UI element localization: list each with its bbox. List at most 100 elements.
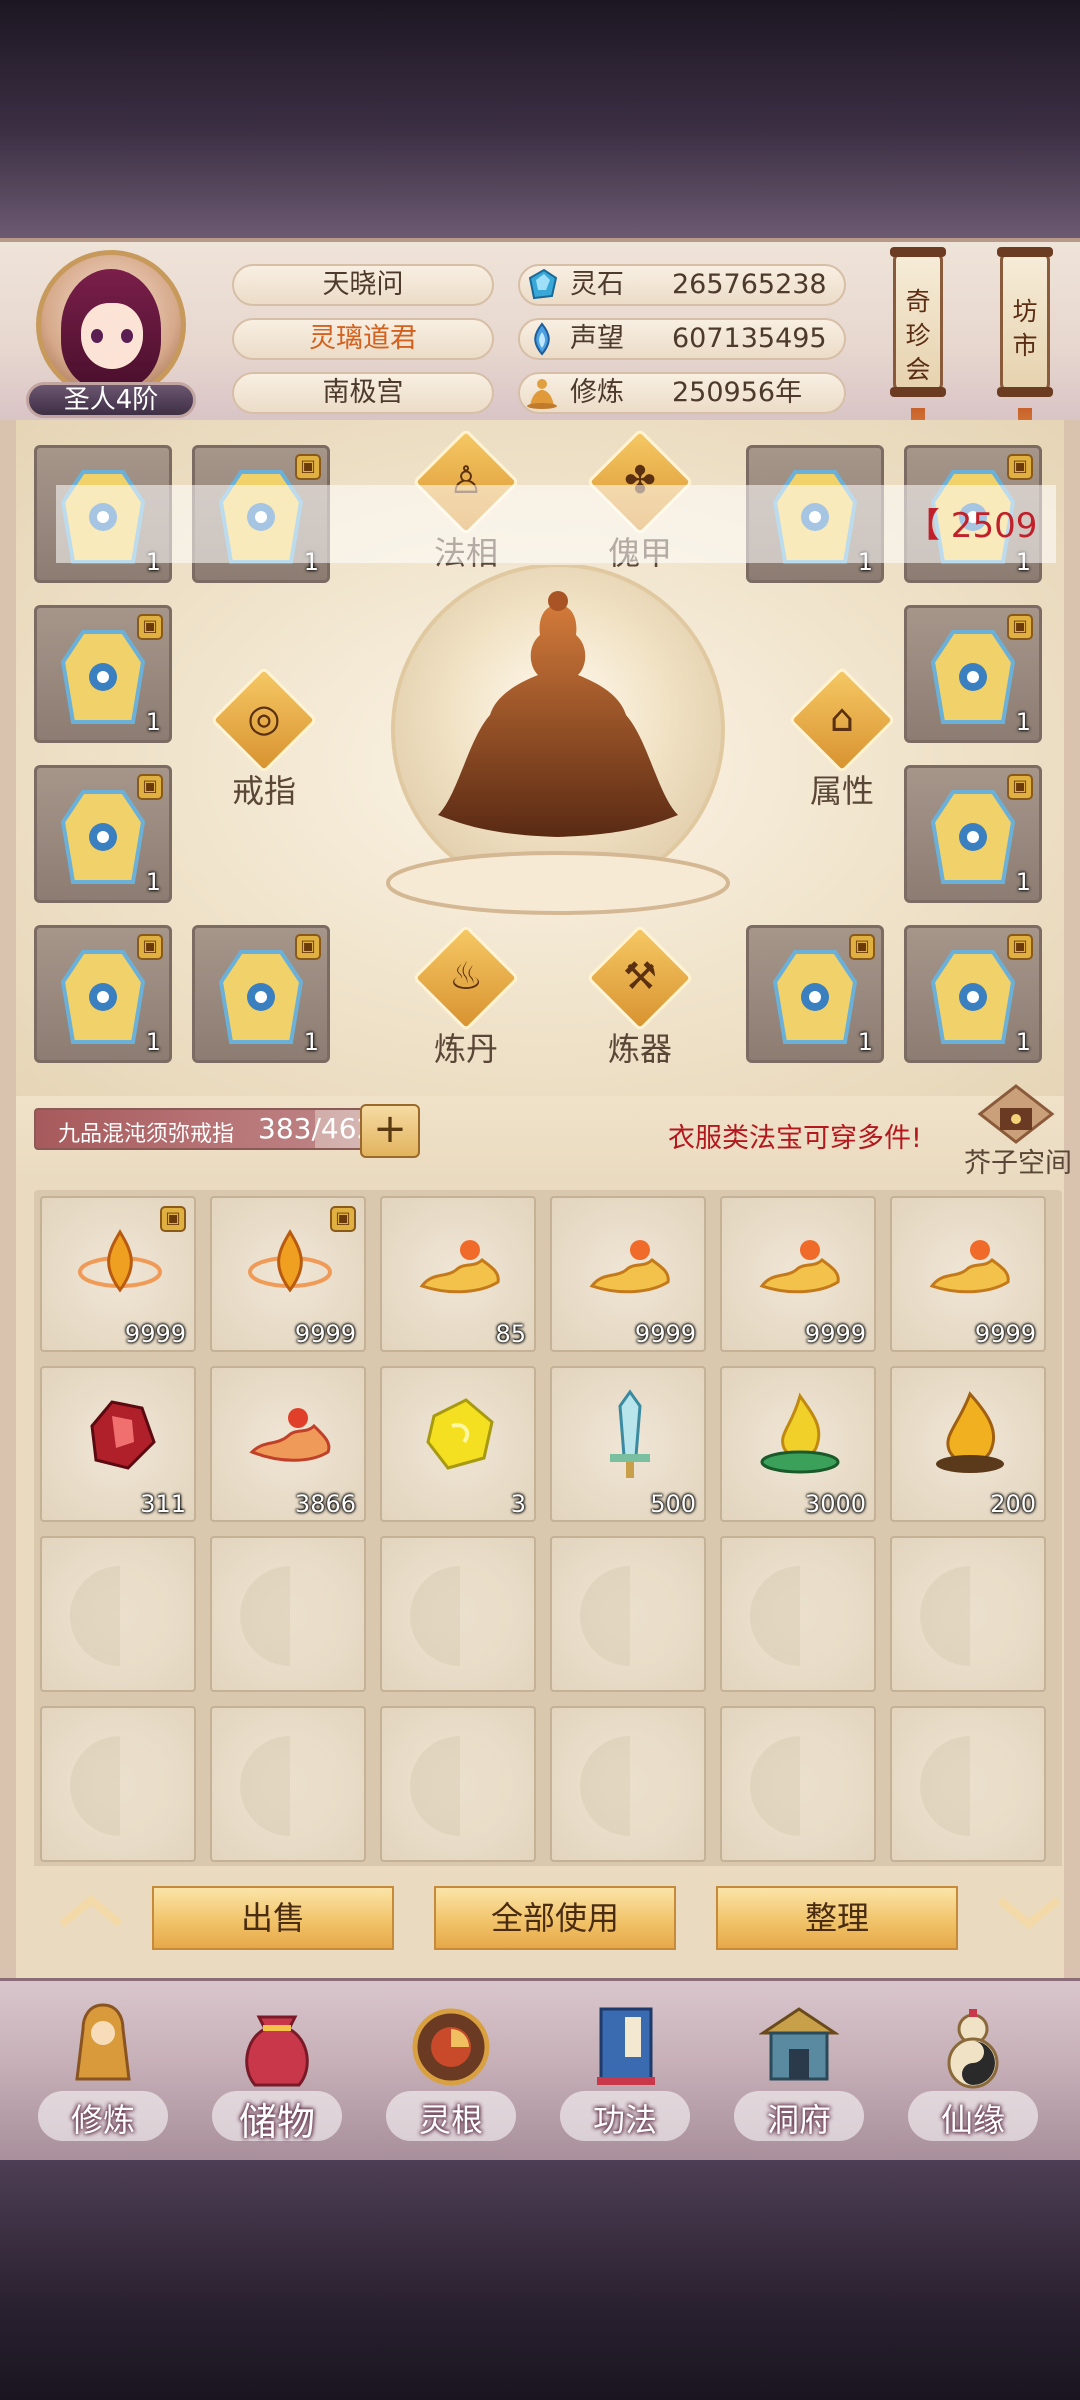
pouch-icon <box>245 2015 309 2087</box>
lock-icon: ▣ <box>295 934 321 960</box>
mustard-space-label: 芥子空间 <box>964 1148 1072 1179</box>
item-count: 9999 <box>634 1320 696 1348</box>
nav-cave-abode[interactable]: 洞府 <box>724 1995 874 2155</box>
avatar[interactable]: 圣人4阶 <box>26 250 196 420</box>
sell-button[interactable]: 出售 <box>152 1886 394 1950</box>
empty-slot[interactable] <box>720 1536 876 1692</box>
spirit-stone-value: 265765238 <box>672 269 827 300</box>
jade-sword-icon <box>610 1389 650 1478</box>
item-count: 200 <box>990 1490 1036 1518</box>
nav-label: 功法 <box>592 2101 657 2139</box>
cultivation-value: 250956年 <box>672 377 803 408</box>
equip-slot[interactable]: ▣ 1 <box>34 925 172 1063</box>
nav-techniques[interactable]: 功法 <box>550 1995 700 2155</box>
use-all-button[interactable]: 全部使用 <box>434 1886 676 1950</box>
empty-slot[interactable] <box>40 1706 196 1862</box>
empty-slot[interactable] <box>720 1706 876 1862</box>
item-count: 3 <box>510 1490 526 1518</box>
yin-yang-icon <box>240 1736 340 1836</box>
sort-button[interactable]: 整理 <box>716 1886 958 1950</box>
equip-slot[interactable]: ▣ 1 <box>904 925 1042 1063</box>
yin-yang-icon <box>70 1736 170 1836</box>
lock-icon: ▣ <box>1007 454 1033 480</box>
nav-label: 储物 <box>238 2100 315 2144</box>
mustard-space-button[interactable]: 芥子空间 <box>958 1084 1072 1179</box>
nav-cultivate[interactable]: 修炼 <box>28 1995 178 2155</box>
empty-slot[interactable] <box>890 1706 1046 1862</box>
item-count: 9999 <box>124 1320 186 1348</box>
inventory-item[interactable]: 311 <box>40 1366 196 1522</box>
empty-slot[interactable] <box>40 1536 196 1692</box>
item-count: 3000 <box>804 1490 866 1518</box>
item-count: 9999 <box>804 1320 866 1348</box>
equipment-panel: 1 ▣ 1 1 ▣ 1 ▣ 1 ▣ 1 ▣ 1 ▣ 1 ▣ 1 ▣ <box>0 420 1080 1110</box>
empty-slot[interactable] <box>380 1536 536 1692</box>
inventory-item[interactable]: ▣ 9999 <box>40 1196 196 1352</box>
equip-slot[interactable]: ▣ 1 <box>192 925 330 1063</box>
red-cloud-icon <box>249 1408 331 1462</box>
inventory-panel: ▣ 9999 ▣ 9999 85 9999 9999 9999 311 3866 3 500 3000 2… <box>0 1178 1080 1878</box>
ring-icon: ◎ <box>247 696 281 740</box>
slot-count: 1 <box>303 1028 319 1056</box>
slot-count: 1 <box>1015 868 1031 896</box>
empty-slot[interactable] <box>890 1536 1046 1692</box>
inventory-item[interactable]: 3866 <box>210 1366 366 1522</box>
inventory-item[interactable]: 3 <box>380 1366 536 1522</box>
lock-icon: ▣ <box>295 454 321 480</box>
inventory-item[interactable]: 9999 <box>890 1196 1046 1352</box>
inventory-item[interactable]: 3000 <box>720 1366 876 1522</box>
palace-icon <box>759 2007 839 2081</box>
inventory-item[interactable]: 9999 <box>720 1196 876 1352</box>
yin-yang-icon <box>410 1566 510 1666</box>
equip-slot[interactable]: ▣ 1 <box>34 605 172 743</box>
lock-icon: ▣ <box>849 934 875 960</box>
inventory-item[interactable]: ▣ 9999 <box>210 1196 366 1352</box>
yin-yang-icon <box>70 1566 170 1666</box>
page-down-arrow-icon[interactable] <box>994 1892 1064 1932</box>
golden-cloud-icon <box>589 1240 670 1294</box>
lock-icon: ▣ <box>1007 774 1033 800</box>
monk-icon <box>75 2003 131 2081</box>
yin-yang-icon <box>920 1566 1020 1666</box>
inventory-item[interactable]: 500 <box>550 1366 706 1522</box>
capacity-row: 九品混沌须弥戒指 383/462 + 衣服类法宝可穿多件! 芥子空间 <box>0 1084 1080 1179</box>
nav-label: 洞府 <box>766 2101 831 2139</box>
equip-slot[interactable]: ▣ 1 <box>904 765 1042 903</box>
top-background <box>0 0 1080 238</box>
hint-text: 衣服类法宝可穿多件! <box>668 1123 922 1154</box>
market-button[interactable]: 坊市 <box>997 247 1053 397</box>
lock-icon: ▣ <box>137 774 163 800</box>
inventory-item[interactable]: 200 <box>890 1366 1046 1522</box>
golden-cloud-icon <box>759 1240 840 1294</box>
hat-icon: ⌂ <box>829 696 855 740</box>
empty-slot[interactable] <box>550 1706 706 1862</box>
equip-slot[interactable]: ▣ 1 <box>746 925 884 1063</box>
player-sect: 南极宫 <box>232 372 494 414</box>
equip-slot[interactable]: ▣ 1 <box>34 765 172 903</box>
green-flame-icon <box>760 1392 840 1474</box>
gourd-icon <box>947 2009 999 2089</box>
treasure-fair-button[interactable]: 奇珍会 <box>890 247 946 397</box>
meditating-figure <box>386 565 730 915</box>
empty-slot[interactable] <box>210 1706 366 1862</box>
expand-capacity-button[interactable]: + <box>360 1104 420 1158</box>
capacity-bar: 九品混沌须弥戒指 383/462 <box>34 1108 374 1150</box>
inventory-item[interactable]: 85 <box>380 1196 536 1352</box>
equip-slot[interactable]: ▣ 1 <box>904 605 1042 743</box>
slot-count: 1 <box>145 708 161 736</box>
page-up-arrow-icon[interactable] <box>56 1892 126 1932</box>
nav-immortal-fate[interactable]: 仙缘 <box>898 1995 1048 2155</box>
amber-drop-icon <box>248 1229 332 1293</box>
banner-text: 【 2509 <box>906 506 1038 546</box>
prestige-icon <box>534 322 550 356</box>
yin-yang-icon <box>240 1566 340 1666</box>
inventory-item[interactable]: 9999 <box>550 1196 706 1352</box>
nav-spirit-root[interactable]: 灵根 <box>376 1995 526 2155</box>
empty-slot[interactable] <box>210 1536 366 1692</box>
empty-slot[interactable] <box>550 1536 706 1692</box>
empty-slot[interactable] <box>380 1706 536 1862</box>
nav-storage[interactable]: 储物 <box>202 1995 352 2155</box>
cauldron-icon: ♨ <box>448 954 484 998</box>
cultivation-row: 修炼 250956年 <box>518 372 846 414</box>
golden-cloud-icon <box>929 1240 1010 1294</box>
